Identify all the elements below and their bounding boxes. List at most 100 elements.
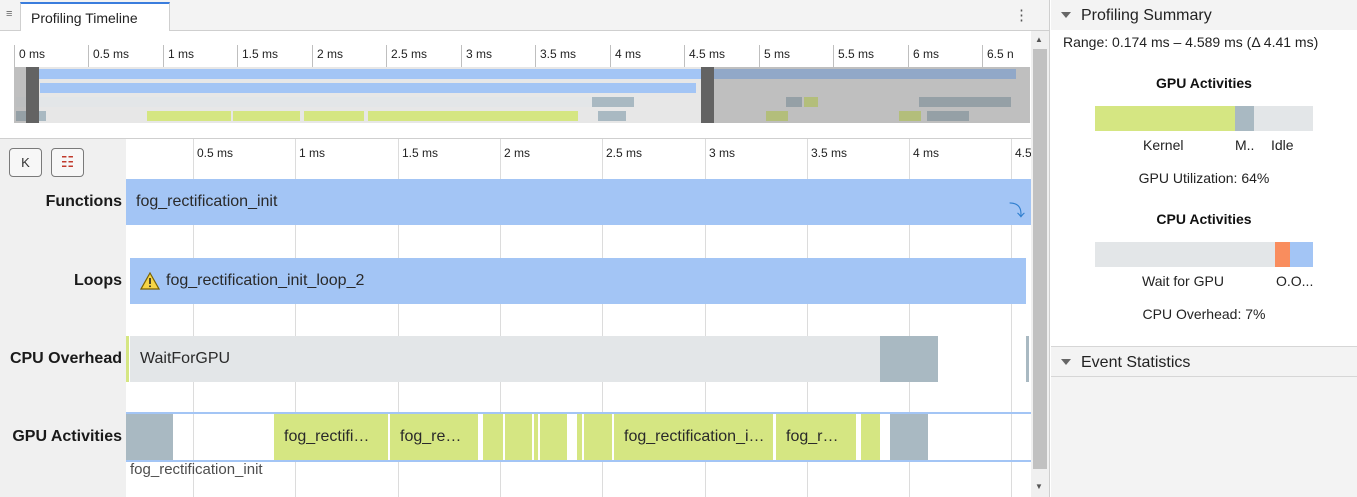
wait-for-gpu-bar[interactable]: WaitForGPU xyxy=(130,336,880,382)
cpu-overhead-text: CPU Overhead: 7% xyxy=(1142,306,1266,322)
tab-grip-icon[interactable]: ≡ xyxy=(6,8,12,20)
overview-gpu-bar xyxy=(598,111,626,121)
timeline-tick: 4.5 xyxy=(1015,146,1031,160)
timeline-tick: 2.5 ms xyxy=(606,146,643,160)
overview-gpu-bar xyxy=(304,111,364,121)
overview-ruler: 0 ms 0.5 ms 1 ms 1.5 ms 2 ms 2.5 ms 3 ms… xyxy=(0,31,1031,67)
gpu-idle-share[interactable] xyxy=(1254,106,1313,131)
function-bar-label: fog_rectification_init xyxy=(136,193,278,210)
gpu-kernel-label: fog_rectifi… xyxy=(284,428,370,445)
scroll-up-icon[interactable]: ▲ xyxy=(1035,35,1043,44)
event-statistics-header[interactable]: Event Statistics xyxy=(1051,347,1357,377)
profiling-timeline-panel: ≡ Profiling Timeline ⋮ 0 ms 0.5 ms 1 ms … xyxy=(0,0,1050,497)
gpu-activities-subtitle: fog_rectification_init xyxy=(130,461,263,478)
gpu-kernel-segment[interactable]: fog_rectifi… xyxy=(274,414,388,460)
overview-cpu-bar xyxy=(592,97,634,107)
overview-loops-bar xyxy=(40,83,696,93)
overview-tick: 5 ms xyxy=(759,45,790,67)
timeline-tick: 3.5 ms xyxy=(811,146,848,160)
overview-unselected-region xyxy=(713,67,1030,123)
row-label-cpu-overhead: CPU Overhead xyxy=(9,350,122,367)
gpu-memory-share[interactable] xyxy=(1235,106,1254,131)
gpu-kernel-segment[interactable] xyxy=(861,414,880,460)
overview-gpu-bar xyxy=(368,111,578,121)
overview-tick: 3.5 ms xyxy=(535,45,576,67)
gpu-kernel-label: fog_rectification_i… xyxy=(624,428,765,445)
vertical-scrollbar[interactable]: ▲ ▼ xyxy=(1031,31,1049,497)
loop-bar-label: fog_rectification_init_loop_2 xyxy=(166,272,365,289)
gpu-memory-segment[interactable] xyxy=(126,414,173,460)
timeline-tick: 1 ms xyxy=(299,146,326,160)
gpu-kernel-segment[interactable] xyxy=(505,414,532,460)
step-into-icon[interactable]: ⤵ xyxy=(1009,197,1025,221)
overview-tick: 3 ms xyxy=(461,45,492,67)
gpu-kernel-segment[interactable] xyxy=(534,414,538,460)
overview-tick: 6 ms xyxy=(908,45,939,67)
gpu-kernel-segment[interactable] xyxy=(483,414,503,460)
gpu-kernel-segment[interactable] xyxy=(540,414,567,460)
timeline-tick: 0.5 ms xyxy=(197,146,234,160)
legend-button[interactable]: ☷ xyxy=(51,148,84,177)
more-options-icon[interactable]: ⋮ xyxy=(1014,6,1029,24)
cpu-wait-share[interactable] xyxy=(1095,242,1275,267)
profiling-summary-title: Profiling Summary xyxy=(1081,7,1212,24)
cpu-other-share[interactable] xyxy=(1290,242,1313,267)
gpu-kernel-share[interactable] xyxy=(1095,106,1235,131)
overview-tick: 2 ms xyxy=(312,45,343,67)
gpu-utilization-text: GPU Utilization: 64% xyxy=(1138,170,1270,186)
gpu-kernel-segment[interactable]: fog_r… xyxy=(776,414,856,460)
gpu-memory-segment[interactable] xyxy=(890,414,928,460)
profiling-summary-header[interactable]: Profiling Summary xyxy=(1051,0,1357,30)
warning-icon xyxy=(139,271,161,290)
gpu-kernel-label: fog_r… xyxy=(786,428,839,445)
row-label-loops: Loops xyxy=(74,272,122,289)
scrollbar-thumb[interactable] xyxy=(1033,49,1047,469)
overview-tick: 2.5 ms xyxy=(386,45,427,67)
profiling-summary-body: Range: 0.174 ms – 4.589 ms (Δ 4.41 ms) G… xyxy=(1051,30,1357,346)
gpu-idle-legend: Idle xyxy=(1271,137,1294,153)
timeline-tick: 3 ms xyxy=(709,146,736,160)
gpu-kernel-segment[interactable] xyxy=(577,414,582,460)
timeline-tick: 4 ms xyxy=(913,146,940,160)
timeline-canvas[interactable]: 0.5 ms 1 ms 1.5 ms 2 ms 2.5 ms 3 ms 3.5 … xyxy=(126,139,1031,497)
overview-gpu-bar xyxy=(147,111,231,121)
function-bar[interactable]: fog_rectification_init ⤵ xyxy=(126,179,1031,225)
row-label-functions: Functions xyxy=(45,193,122,210)
gpu-kernel-legend: Kernel xyxy=(1143,137,1184,153)
k-button[interactable]: K xyxy=(9,148,42,177)
scroll-down-icon[interactable]: ▼ xyxy=(1035,482,1043,491)
range-start-handle[interactable] xyxy=(26,67,39,123)
wait-for-gpu-label: WaitForGPU xyxy=(140,350,231,367)
gpu-kernel-segment[interactable]: fog_rectification_i… xyxy=(614,414,773,460)
overview-unselected-region xyxy=(14,67,26,123)
overview-tick: 1.5 ms xyxy=(237,45,278,67)
gpu-kernel-label: fog_re… xyxy=(400,428,462,445)
gpu-kernel-segment[interactable] xyxy=(584,414,612,460)
event-statistics-title: Event Statistics xyxy=(1081,354,1191,371)
overview-tick: 0 ms xyxy=(14,45,45,67)
overview-tick: 4.5 ms xyxy=(684,45,725,67)
gpu-kernel-segment[interactable]: fog_re… xyxy=(390,414,478,460)
cpu-activities-title: CPU Activities xyxy=(1156,211,1252,227)
loop-bar[interactable]: fog_rectification_init_loop_2 xyxy=(130,258,1026,304)
gpu-activities-track: fog_rectifi… fog_re… fog_rectification_i… xyxy=(126,412,1031,462)
cpu-overhead-segment[interactable] xyxy=(1026,336,1029,382)
overview-minimap[interactable] xyxy=(14,67,1030,123)
row-labels-column: K ☷ Functions Loops CPU Overhead GPU Act… xyxy=(0,139,126,497)
range-text: Range: 0.174 ms – 4.589 ms (Δ 4.41 ms) xyxy=(1063,34,1319,50)
profiling-summary-panel: Profiling Summary Range: 0.174 ms – 4.58… xyxy=(1051,0,1357,497)
cpu-overhead-start-marker xyxy=(126,336,129,382)
chevron-down-icon[interactable] xyxy=(1061,12,1071,18)
cpu-overhead-segment[interactable] xyxy=(880,336,938,382)
gpu-memory-legend: M.. xyxy=(1235,137,1255,153)
row-label-gpu-activities: GPU Activities xyxy=(12,428,122,445)
overview-cpu-bar xyxy=(16,97,592,107)
overview-tick: 4 ms xyxy=(610,45,641,67)
cpu-overhead-share[interactable] xyxy=(1275,242,1290,267)
chevron-down-icon[interactable] xyxy=(1061,359,1071,365)
tab-profiling-timeline[interactable]: Profiling Timeline xyxy=(20,2,170,32)
overview-tick: 5.5 ms xyxy=(833,45,874,67)
timeline-tick: 2 ms xyxy=(504,146,531,160)
range-end-handle[interactable] xyxy=(701,67,714,123)
timeline-overview[interactable]: 0 ms 0.5 ms 1 ms 1.5 ms 2 ms 2.5 ms 3 ms… xyxy=(0,31,1031,139)
